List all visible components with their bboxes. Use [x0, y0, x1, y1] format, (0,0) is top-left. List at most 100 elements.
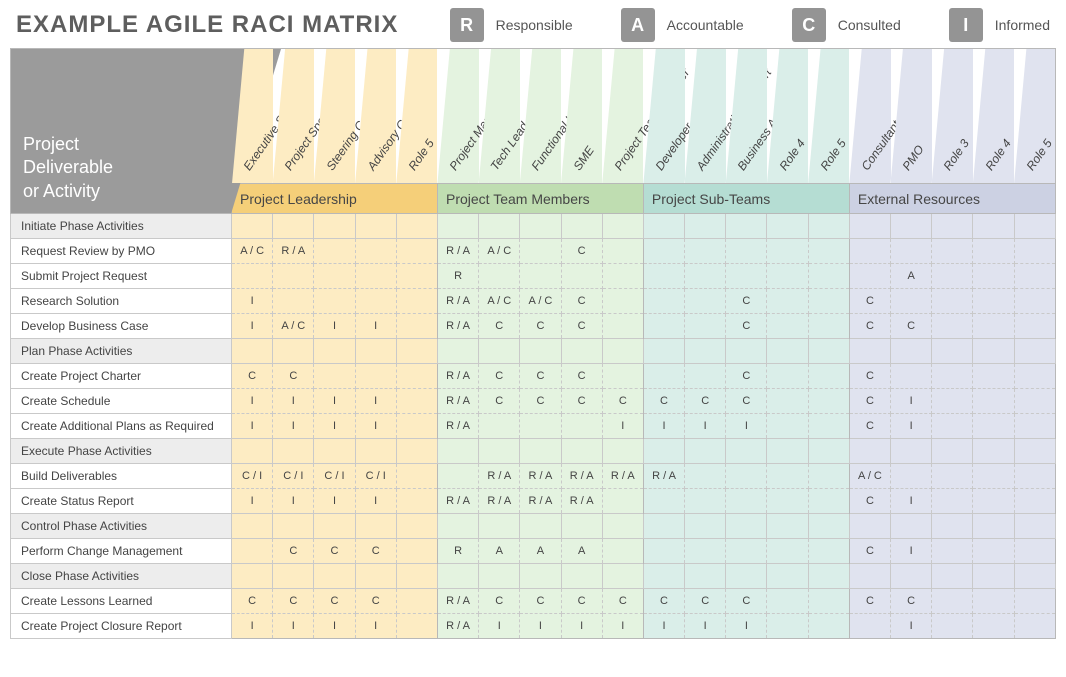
matrix-cell: [973, 464, 1014, 489]
matrix-cell: C: [685, 389, 726, 414]
matrix-cell: [767, 589, 808, 614]
matrix-cell: A: [520, 539, 561, 564]
matrix-cell: [808, 589, 849, 614]
group-header: Project Team Members: [437, 184, 643, 214]
matrix-cell: C: [726, 389, 767, 414]
role-header: Role 5: [396, 49, 437, 184]
matrix-cell: [314, 239, 355, 264]
matrix-cell: [561, 514, 602, 539]
matrix-cell: [643, 514, 684, 539]
matrix-cell: C: [479, 589, 520, 614]
matrix-cell: C: [273, 364, 314, 389]
matrix-cell: [685, 364, 726, 389]
matrix-cell: C: [479, 389, 520, 414]
role-header: Administrative Support: [685, 49, 726, 184]
matrix-cell: [891, 464, 932, 489]
matrix-cell: [808, 314, 849, 339]
matrix-cell: [479, 339, 520, 364]
matrix-cell: [396, 364, 437, 389]
matrix-cell: [355, 289, 396, 314]
matrix-cell: C: [849, 414, 890, 439]
matrix-cell: I: [561, 614, 602, 639]
matrix-cell: R / A: [437, 414, 478, 439]
matrix-cell: [891, 289, 932, 314]
matrix-cell: [932, 439, 973, 464]
matrix-cell: R / A: [437, 239, 478, 264]
matrix-cell: [561, 439, 602, 464]
activity-row: Perform Change ManagementCCCRAAACI: [11, 539, 1056, 564]
matrix-cell: [685, 239, 726, 264]
legend-label: Consulted: [838, 17, 901, 33]
top-bar: EXAMPLE AGILE RACI MATRIX RResponsibleAA…: [10, 0, 1056, 48]
matrix-cell: [643, 264, 684, 289]
group-header: External Resources: [849, 184, 1055, 214]
matrix-cell: [685, 439, 726, 464]
matrix-cell: [396, 339, 437, 364]
matrix-cell: I: [891, 614, 932, 639]
matrix-cell: C: [849, 489, 890, 514]
matrix-cell: [1014, 564, 1055, 589]
matrix-cell: [273, 214, 314, 239]
matrix-cell: I: [314, 314, 355, 339]
matrix-cell: [314, 264, 355, 289]
role-header: Role 4: [973, 49, 1014, 184]
role-header: Advisory Committee: [355, 49, 396, 184]
matrix-cell: [602, 489, 643, 514]
matrix-cell: [808, 539, 849, 564]
matrix-cell: C: [561, 389, 602, 414]
matrix-cell: [891, 339, 932, 364]
matrix-cell: A: [891, 264, 932, 289]
legend-label: Informed: [995, 17, 1050, 33]
matrix-cell: [437, 439, 478, 464]
matrix-cell: [808, 464, 849, 489]
matrix-cell: [520, 339, 561, 364]
matrix-cell: [396, 614, 437, 639]
row-label: Create Project Closure Report: [11, 614, 232, 639]
matrix-cell: I: [726, 414, 767, 439]
matrix-cell: C: [232, 589, 273, 614]
matrix-cell: [396, 464, 437, 489]
matrix-cell: [849, 564, 890, 589]
role-header: Project Team Manager: [602, 49, 643, 184]
matrix-cell: C: [891, 314, 932, 339]
matrix-cell: [685, 564, 726, 589]
matrix-cell: [767, 614, 808, 639]
row-label: Control Phase Activities: [11, 514, 232, 539]
matrix-cell: [520, 439, 561, 464]
matrix-cell: [1014, 389, 1055, 414]
matrix-cell: [849, 264, 890, 289]
matrix-cell: R / A: [602, 464, 643, 489]
role-header: Executive Sponsor: [232, 49, 273, 184]
matrix-cell: [437, 514, 478, 539]
legend-label: Accountable: [667, 17, 744, 33]
matrix-cell: [479, 264, 520, 289]
matrix-cell: R / A: [437, 364, 478, 389]
matrix-cell: [232, 339, 273, 364]
matrix-cell: [520, 564, 561, 589]
matrix-cell: C: [561, 239, 602, 264]
matrix-cell: [396, 239, 437, 264]
matrix-cell: C: [314, 589, 355, 614]
matrix-cell: C: [726, 314, 767, 339]
matrix-cell: I: [643, 614, 684, 639]
matrix-cell: C: [479, 314, 520, 339]
activity-row: Create Project CharterCCR / ACCCCC: [11, 364, 1056, 389]
matrix-cell: R: [437, 264, 478, 289]
matrix-cell: C: [355, 539, 396, 564]
matrix-cell: I: [726, 614, 767, 639]
role-header: Project Manager: [437, 49, 478, 184]
matrix-cell: [1014, 239, 1055, 264]
matrix-cell: [973, 389, 1014, 414]
matrix-cell: [932, 539, 973, 564]
activity-row: Create ScheduleIIIIR / ACCCCCCCCI: [11, 389, 1056, 414]
legend-badge-c: C: [792, 8, 826, 42]
matrix-cell: [396, 314, 437, 339]
activity-row: Create Project Closure ReportIIIIR / AII…: [11, 614, 1056, 639]
matrix-cell: R / A: [437, 314, 478, 339]
matrix-cell: I: [685, 414, 726, 439]
matrix-cell: R / A: [437, 289, 478, 314]
matrix-cell: [273, 564, 314, 589]
role-header: Consultant: [849, 49, 890, 184]
group-header: Project Sub-Teams: [643, 184, 849, 214]
matrix-cell: [767, 514, 808, 539]
